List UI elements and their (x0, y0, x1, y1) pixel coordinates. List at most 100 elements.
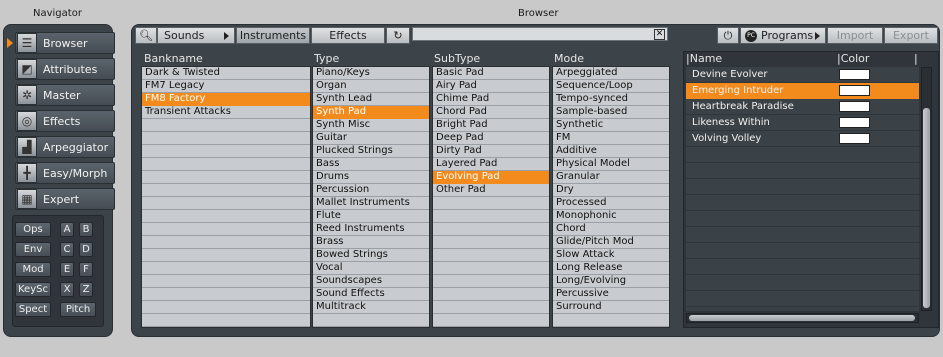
list-item[interactable]: Layered Pad (433, 158, 549, 171)
list-item[interactable]: Chord Pad (433, 106, 549, 119)
nav-arpeggiator-button[interactable]: ▟ Arpeggiator (15, 136, 115, 158)
instruments-tab[interactable]: Instruments (236, 27, 310, 44)
op-e-button[interactable]: E (60, 262, 74, 277)
color-swatch[interactable] (839, 85, 870, 96)
env-button[interactable]: Env (15, 242, 51, 257)
list-item[interactable]: Basic Pad (433, 67, 549, 80)
list-item[interactable]: Deep Pad (433, 132, 549, 145)
list-item[interactable]: Piano/Keys (313, 67, 429, 80)
op-c-button[interactable]: C (60, 242, 74, 257)
list-item[interactable]: Guitar (313, 132, 429, 145)
list-item-selected[interactable]: Synth Pad (313, 106, 429, 119)
horizontal-scrollbar[interactable] (686, 313, 919, 323)
color-swatch[interactable] (839, 117, 870, 128)
list-item[interactable]: Surround (553, 301, 669, 314)
list-item[interactable]: Granular (553, 171, 669, 184)
list-item[interactable]: Long Release (553, 262, 669, 275)
list-item[interactable]: Vocal (313, 262, 429, 275)
programs-button[interactable]: PC Programs (740, 27, 826, 44)
list-item[interactable]: Sound Effects (313, 288, 429, 301)
import-button[interactable]: Import (827, 27, 883, 44)
color-swatch[interactable] (839, 69, 870, 80)
name-column-header[interactable]: |Name (686, 52, 722, 65)
list-item[interactable]: Tempo-synced (553, 93, 669, 106)
list-item[interactable]: Brass (313, 236, 429, 249)
table-row[interactable]: Heartbreak Paradise (686, 99, 919, 115)
list-item[interactable]: Chord (553, 223, 669, 236)
list-item[interactable]: Multitrack (313, 301, 429, 314)
list-item[interactable]: Dark & Twisted (142, 67, 310, 80)
list-item[interactable]: Reed Instruments (313, 223, 429, 236)
list-item[interactable]: Synthetic (553, 119, 669, 132)
search-icon-button[interactable]: 🔍︎ (135, 27, 157, 44)
list-item[interactable]: Slow Attack (553, 249, 669, 262)
nav-easy-morph-button[interactable]: ╋ Easy/Morph (15, 162, 115, 184)
list-item[interactable]: Flute (313, 210, 429, 223)
op-a-button[interactable]: A (60, 222, 74, 237)
list-item[interactable]: Percussive (553, 288, 669, 301)
pitch-button[interactable]: Pitch (60, 302, 96, 317)
list-item[interactable]: Synth Lead (313, 93, 429, 106)
op-x-button[interactable]: X (60, 282, 74, 297)
list-item[interactable]: Processed (553, 197, 669, 210)
list-item[interactable]: Additive (553, 145, 669, 158)
list-item[interactable]: Dry (553, 184, 669, 197)
color-swatch[interactable] (839, 101, 870, 112)
list-item[interactable]: Percussion (313, 184, 429, 197)
color-swatch[interactable] (839, 133, 870, 144)
nav-attributes-button[interactable]: ◩ Attributes (15, 58, 115, 80)
list-item[interactable]: Physical Model (553, 158, 669, 171)
nav-effects-button[interactable]: ◎ Effects (15, 110, 115, 132)
table-row[interactable]: Likeness Within (686, 115, 919, 131)
scrollbar-thumb[interactable] (923, 108, 930, 308)
list-item[interactable]: Bright Pad (433, 119, 549, 132)
list-item[interactable]: Chime Pad (433, 93, 549, 106)
vertical-scrollbar[interactable] (921, 67, 932, 311)
list-item[interactable]: Plucked Strings (313, 145, 429, 158)
op-d-button[interactable]: D (79, 242, 93, 257)
list-item[interactable]: Arpeggiated (553, 67, 669, 80)
list-item[interactable]: Transient Attacks (142, 106, 310, 119)
op-f-button[interactable]: F (79, 262, 93, 277)
power-button[interactable]: ⏻ (717, 27, 739, 44)
nav-master-button[interactable]: ✲ Master (15, 84, 115, 106)
list-item[interactable]: Monophonic (553, 210, 669, 223)
list-item[interactable]: Other Pad (433, 184, 549, 197)
clear-search-icon[interactable]: ✕ (654, 29, 665, 40)
table-row-selected[interactable]: Emerging Intruder (686, 83, 919, 99)
search-input[interactable] (412, 27, 668, 41)
table-row[interactable]: Devine Evolver (686, 67, 919, 83)
op-z-button[interactable]: Z (79, 282, 93, 297)
list-item[interactable]: Mallet Instruments (313, 197, 429, 210)
nav-expert-button[interactable]: ▦ Expert (15, 188, 115, 210)
ops-button[interactable]: Ops (15, 222, 51, 237)
spect-button[interactable]: Spect (15, 302, 51, 317)
color-column-header[interactable]: |Color (837, 52, 869, 65)
refresh-button[interactable]: ↻ (386, 27, 410, 44)
mod-button[interactable]: Mod (15, 262, 51, 277)
list-item[interactable]: FM7 Legacy (142, 80, 310, 93)
list-item[interactable]: Organ (313, 80, 429, 93)
table-row[interactable]: Volving Volley (686, 131, 919, 147)
op-b-button[interactable]: B (79, 222, 93, 237)
list-item[interactable]: Long/Evolving (553, 275, 669, 288)
list-item[interactable]: Dirty Pad (433, 145, 549, 158)
list-item[interactable]: Airy Pad (433, 80, 549, 93)
keysc-button[interactable]: KeySc (15, 282, 51, 297)
list-item-selected[interactable]: Evolving Pad (433, 171, 549, 184)
list-item[interactable]: Bowed Strings (313, 249, 429, 262)
export-button[interactable]: Export (884, 27, 938, 44)
list-item[interactable]: Sample-based (553, 106, 669, 119)
sounds-button[interactable]: Sounds (157, 27, 235, 44)
list-item-selected[interactable]: FM8 Factory (142, 93, 310, 106)
nav-browser-button[interactable]: ☰ Browser (7, 32, 115, 54)
list-item[interactable]: Soundscapes (313, 275, 429, 288)
list-item[interactable]: Synth Misc (313, 119, 429, 132)
list-item[interactable]: FM (553, 132, 669, 145)
effects-tab[interactable]: Effects (311, 27, 385, 44)
scrollbar-thumb[interactable] (689, 315, 915, 321)
list-item[interactable]: Glide/Pitch Mod (553, 236, 669, 249)
list-item[interactable]: Sequence/Loop (553, 80, 669, 93)
list-item[interactable]: Drums (313, 171, 429, 184)
list-item[interactable]: Bass (313, 158, 429, 171)
